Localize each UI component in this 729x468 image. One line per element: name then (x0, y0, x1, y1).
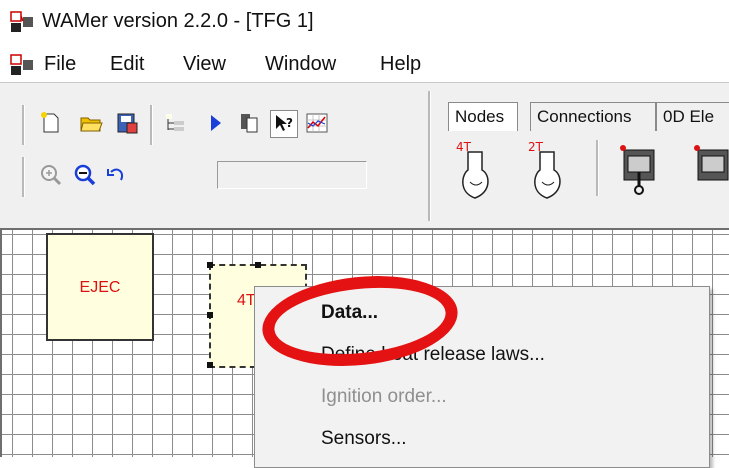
run-icon[interactable] (202, 110, 228, 136)
svg-text:?: ? (286, 116, 293, 130)
undo-icon[interactable] (104, 162, 130, 188)
help-pointer-icon[interactable]: ? (270, 110, 298, 138)
chart-icon[interactable] (304, 110, 330, 136)
tab-connections[interactable]: Connections (530, 102, 656, 131)
menu-window[interactable]: Window (265, 53, 336, 76)
palette-4t-valve[interactable]: 4T (454, 140, 494, 202)
valve-icon (534, 151, 561, 199)
palette-piston-1[interactable] (620, 142, 660, 198)
resize-handle[interactable] (207, 312, 213, 318)
open-folder-icon[interactable] (78, 110, 104, 136)
valve-icon (462, 151, 489, 199)
toolbar-separator (428, 91, 431, 221)
status-field (217, 161, 367, 189)
new-file-icon[interactable] (38, 110, 64, 136)
tab-0d-elements[interactable]: 0D Ele (656, 102, 729, 131)
piston-icon (620, 145, 655, 195)
menu-edit[interactable]: Edit (110, 53, 144, 76)
window-title: WAMer version 2.2.0 - [TFG 1] (42, 10, 314, 32)
palette-2t-valve[interactable]: 2T (526, 140, 566, 202)
palette-piston-2[interactable] (694, 142, 729, 198)
tab-nodes[interactable]: Nodes (448, 102, 518, 131)
ejec-element[interactable]: EJEC (46, 233, 154, 341)
resize-handle[interactable] (255, 262, 261, 268)
document-logo-icon[interactable] (10, 54, 34, 76)
ctx-item-sensors[interactable]: Sensors... (321, 428, 407, 450)
zoom-in-icon[interactable] (38, 162, 64, 188)
save-icon[interactable] (114, 110, 140, 136)
title-bar: WAMer version 2.2.0 - [TFG 1] (0, 0, 729, 46)
tree-view-icon[interactable] (162, 110, 188, 136)
app-logo-icon (10, 11, 34, 33)
node-label: 4T (237, 292, 256, 309)
toolbar-grip (22, 105, 25, 145)
resize-handle[interactable] (207, 362, 213, 368)
menu-file[interactable]: File (44, 53, 76, 76)
toolbar-separator (150, 105, 153, 145)
menu-bar: File Edit View Window Help (0, 46, 729, 82)
ejec-label: EJEC (79, 279, 121, 296)
toolbar-grip (22, 157, 25, 197)
zoom-out-icon[interactable] (72, 162, 98, 188)
ctx-item-ignition-order: Ignition order... (321, 386, 447, 407)
menu-view[interactable]: View (183, 53, 226, 76)
resize-handle[interactable] (207, 262, 213, 268)
menu-help[interactable]: Help (380, 53, 421, 76)
copy-icon[interactable] (236, 110, 262, 136)
piston-icon (694, 145, 729, 181)
component-palette: 4T 2T (440, 132, 729, 222)
palette-separator (596, 140, 599, 196)
